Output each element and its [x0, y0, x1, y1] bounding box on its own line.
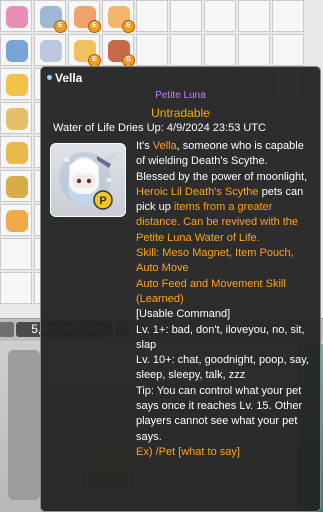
inventory-slot[interactable]: [0, 136, 32, 168]
inventory-slot[interactable]: E: [68, 0, 101, 33]
inventory-slot[interactable]: [238, 0, 270, 32]
inventory-slot[interactable]: [0, 170, 32, 202]
inventory-slot[interactable]: [0, 238, 32, 270]
command-lv10: Lv. 10+: chat, goodnight, poop, say, sle…: [136, 354, 309, 382]
inventory-slot[interactable]: [0, 102, 32, 134]
meso-coin-icon: [0, 322, 14, 337]
inventory-slot[interactable]: E: [102, 34, 135, 67]
skill-line: Skill: Meso Magnet, Item Pouch, Auto Mov…: [136, 247, 294, 275]
e-badge-icon: E: [54, 20, 67, 33]
trade-status: Untradable: [151, 106, 210, 120]
desc-name: Vella: [152, 140, 177, 152]
bullet-icon: [47, 75, 52, 80]
e-badge-icon: E: [122, 20, 135, 33]
inventory-slot[interactable]: [0, 0, 32, 32]
inventory-slot[interactable]: [0, 34, 32, 66]
desc-text: It's: [136, 140, 153, 152]
inventory-slot[interactable]: [170, 0, 202, 32]
inventory-slot[interactable]: [0, 68, 32, 100]
inventory-slot[interactable]: [238, 34, 270, 66]
command-lv1: Lv. 1+: bad, don't, iloveyou, no, sit, s…: [136, 323, 305, 351]
example-text: Ex) /Pet [what to say]: [136, 445, 240, 458]
lower-frame: [8, 350, 40, 500]
item-name-text: Vella: [55, 71, 83, 85]
auto-feed-line: Auto Feed and Movement Skill (Learned): [136, 277, 286, 305]
pet-portrait-icon: P: [59, 152, 117, 210]
item-tooltip: Vella Petite Luna Untradable Water of Li…: [40, 66, 321, 512]
tip-text: Tip: You can control what your pet says …: [136, 384, 303, 443]
item-subtitle: Petite Luna: [155, 90, 206, 101]
item-name: Vella: [47, 71, 82, 85]
inventory-slot[interactable]: [136, 0, 168, 32]
desc-text: Blessed by the power of moonlight,: [136, 170, 308, 183]
inventory-slot[interactable]: E: [34, 0, 67, 33]
usable-command-header: [Usable Command]: [136, 308, 231, 321]
inventory-slot[interactable]: [0, 204, 32, 236]
inventory-slot[interactable]: [272, 0, 304, 32]
expiry-date: Water of Life Dries Up: 4/9/2024 23:53 U…: [53, 122, 266, 134]
inventory-slot[interactable]: [136, 34, 168, 66]
desc-highlight: Heroic Lil Death's Scythe: [136, 185, 259, 198]
e-badge-icon: E: [88, 20, 101, 33]
inventory-slot[interactable]: [34, 34, 66, 66]
inventory-slot[interactable]: [272, 34, 304, 66]
pet-badge-icon: P: [99, 195, 106, 207]
item-description: It's Vella, someone who is capable of wi…: [136, 139, 316, 460]
inventory-slot[interactable]: E: [68, 34, 101, 67]
inventory-slot[interactable]: [204, 0, 236, 32]
inventory-slot[interactable]: E: [102, 0, 135, 33]
inventory-slot[interactable]: [0, 272, 32, 304]
pet-portrait-frame: P: [50, 143, 126, 217]
inventory-slot[interactable]: [170, 34, 202, 66]
inventory-slot[interactable]: [204, 34, 236, 66]
